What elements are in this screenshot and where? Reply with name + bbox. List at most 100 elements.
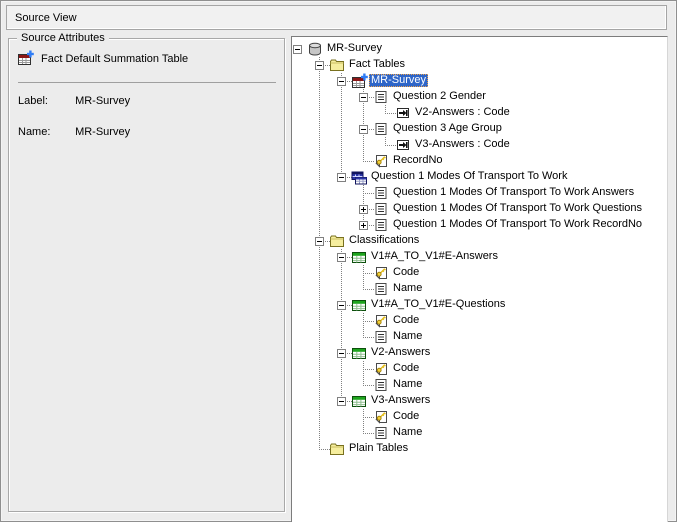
tree-item[interactable]: Plain Tables	[292, 441, 667, 457]
tree-item-label[interactable]: Name	[391, 282, 424, 295]
tree-item[interactable]: Name	[292, 281, 667, 297]
class-table-icon[interactable]	[351, 345, 367, 362]
tree-item[interactable]: V2-Answers	[292, 345, 667, 361]
label-caption: Label:	[18, 95, 72, 108]
tree-item-label[interactable]: V1#A_TO_V1#E-Questions	[369, 298, 507, 311]
tree-expander-plus[interactable]	[359, 205, 368, 214]
tree-expander-minus[interactable]	[359, 93, 368, 102]
tree-item-label[interactable]: V3-Answers	[369, 394, 432, 407]
folder-icon[interactable]	[329, 57, 345, 74]
tree-item-label[interactable]: Code	[391, 266, 421, 279]
tree-item[interactable]: Question 1 Modes Of Transport To Work Qu…	[292, 201, 667, 217]
list-icon[interactable]	[373, 201, 389, 218]
class-table-icon[interactable]	[351, 249, 367, 266]
list-icon[interactable]	[373, 89, 389, 106]
tree-expander-minus[interactable]	[337, 77, 346, 86]
list-icon[interactable]	[373, 185, 389, 202]
tree-connector-line	[363, 329, 364, 337]
tree-item[interactable]: Name	[292, 425, 667, 441]
tree-item-label[interactable]: V1#A_TO_V1#E-Answers	[369, 250, 500, 263]
tree-item-label[interactable]: Plain Tables	[347, 442, 410, 455]
tree-item[interactable]: Fact Tables	[292, 57, 667, 73]
tree-item[interactable]: Code	[292, 313, 667, 329]
tree-expander-plus[interactable]	[359, 221, 368, 230]
tree-item[interactable]: Code	[292, 409, 667, 425]
tree-connector-line	[341, 265, 342, 281]
tree-connector-line	[363, 321, 364, 329]
tree-item[interactable]: Question 1 Modes Of Transport To Work	[292, 169, 667, 185]
tree-item[interactable]: Question 1 Modes Of Transport To Work Re…	[292, 217, 667, 233]
tree-connector-line	[319, 249, 320, 265]
tree-item[interactable]: RecordNo	[292, 153, 667, 169]
key-icon[interactable]	[373, 361, 389, 378]
tree-expander-minus[interactable]	[315, 237, 324, 246]
tree-expander-minus[interactable]	[337, 253, 346, 262]
tree-item-label[interactable]: Classifications	[347, 234, 421, 247]
tree-item-label[interactable]: Fact Tables	[347, 58, 407, 71]
tree-item[interactable]: Name	[292, 329, 667, 345]
tree-item-label[interactable]: Question 1 Modes Of Transport To Work Qu…	[391, 202, 644, 215]
list-icon[interactable]	[373, 121, 389, 138]
tree-expander-minus[interactable]	[337, 301, 346, 310]
tree-item-label[interactable]: Question 3 Age Group	[391, 122, 504, 135]
folder-icon[interactable]	[329, 441, 345, 458]
class-table-icon[interactable]	[351, 297, 367, 314]
tree-item-label[interactable]: Code	[391, 362, 421, 375]
tree-expander-minus[interactable]	[293, 45, 302, 54]
source-attributes-legend: Source Attributes	[17, 31, 109, 45]
list-icon[interactable]	[373, 425, 389, 442]
tree-item-label[interactable]: RecordNo	[391, 154, 445, 167]
key-icon[interactable]	[373, 409, 389, 426]
tree-connector-line	[319, 329, 320, 345]
class-table-icon[interactable]	[351, 393, 367, 410]
tree-item-label[interactable]: V2-Answers : Code	[413, 106, 512, 119]
tree-item-label[interactable]: Question 1 Modes Of Transport To Work	[369, 170, 569, 183]
tree-expander-minus[interactable]	[337, 349, 346, 358]
tree-item-label[interactable]: MR-Survey	[325, 42, 384, 55]
tree-item[interactable]: Code	[292, 361, 667, 377]
tree-expander-minus[interactable]	[337, 397, 346, 406]
link-arrow-icon[interactable]	[395, 137, 411, 154]
tree-item[interactable]: V3-Answers	[292, 393, 667, 409]
tree-item-label[interactable]: Code	[391, 314, 421, 327]
database-icon[interactable]	[307, 41, 323, 58]
tree-item-label[interactable]: Question 1 Modes Of Transport To Work Re…	[391, 218, 644, 231]
list-icon[interactable]	[373, 217, 389, 234]
tree-expander-minus[interactable]	[315, 61, 324, 70]
tree-item[interactable]: MR-Survey	[292, 73, 667, 89]
tree-item-label[interactable]: Name	[391, 378, 424, 391]
tree-item-label[interactable]: MR-Survey	[369, 74, 428, 87]
tree-expander-minus[interactable]	[337, 173, 346, 182]
tree-item[interactable]: V1#A_TO_V1#E-Questions	[292, 297, 667, 313]
fact-table-icon[interactable]	[351, 73, 367, 90]
tree-item-label[interactable]: V3-Answers : Code	[413, 138, 512, 151]
tree-item[interactable]: Code	[292, 265, 667, 281]
tree-item-label[interactable]: Name	[391, 330, 424, 343]
tree-item-label[interactable]: V2-Answers	[369, 346, 432, 359]
key-icon[interactable]	[373, 265, 389, 282]
tree-item[interactable]: V1#A_TO_V1#E-Answers	[292, 249, 667, 265]
list-icon[interactable]	[373, 329, 389, 346]
tree-item[interactable]: Question 3 Age Group	[292, 121, 667, 137]
tree-item[interactable]: V2-Answers : Code	[292, 105, 667, 121]
tree-item[interactable]: Name	[292, 377, 667, 393]
tree-item[interactable]: Question 2 Gender	[292, 89, 667, 105]
multi-table-icon[interactable]	[351, 169, 367, 186]
key-icon[interactable]	[373, 313, 389, 330]
tree-item-label[interactable]: Question 1 Modes Of Transport To Work An…	[391, 186, 636, 199]
tree-item[interactable]: Classifications	[292, 233, 667, 249]
link-arrow-icon[interactable]	[395, 105, 411, 122]
tree-connector-line	[363, 377, 364, 385]
list-icon[interactable]	[373, 281, 389, 298]
list-icon[interactable]	[373, 377, 389, 394]
tree-connector-line	[341, 313, 342, 329]
tree-item[interactable]: V3-Answers : Code	[292, 137, 667, 153]
tree-item[interactable]: Question 1 Modes Of Transport To Work An…	[292, 185, 667, 201]
key-icon[interactable]	[373, 153, 389, 170]
tree-item[interactable]: MR-Survey	[292, 41, 667, 57]
tree-item-label[interactable]: Name	[391, 426, 424, 439]
tree-expander-minus[interactable]	[359, 125, 368, 134]
folder-icon[interactable]	[329, 233, 345, 250]
tree-item-label[interactable]: Code	[391, 410, 421, 423]
tree-item-label[interactable]: Question 2 Gender	[391, 90, 488, 103]
